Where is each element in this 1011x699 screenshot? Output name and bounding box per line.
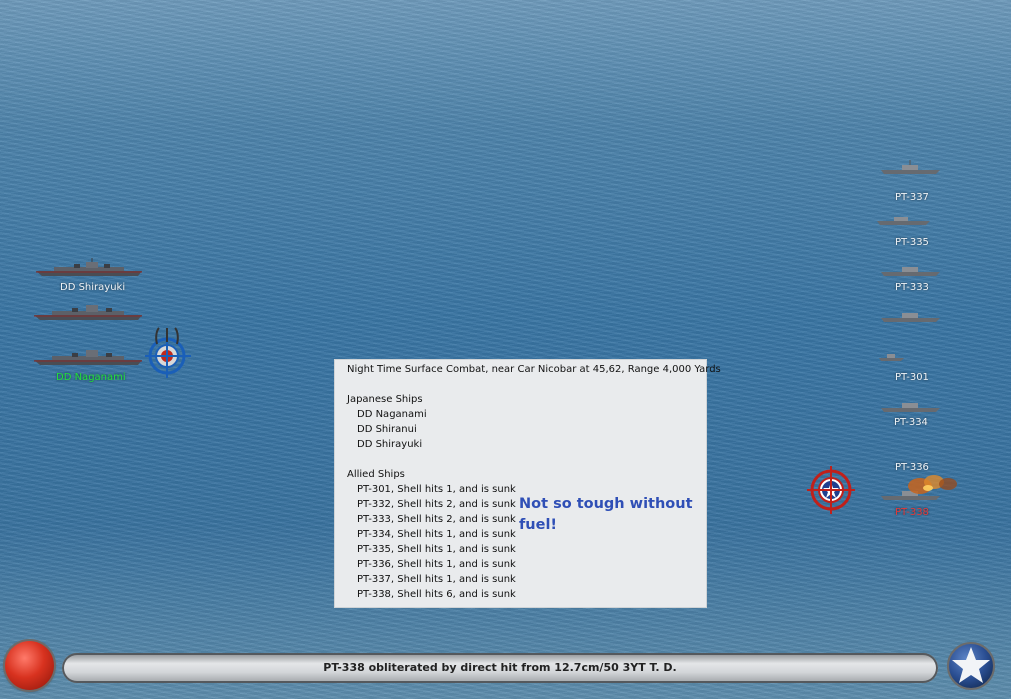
japanese-ship-3[interactable] [32, 347, 146, 367]
allied-star-button[interactable] [946, 641, 996, 691]
japanese-target-reticle-icon [145, 326, 191, 378]
allied-ship-1[interactable] [880, 160, 942, 176]
allied-ship-entry: PT-335, Shell hits 1, and is sunk [357, 544, 516, 555]
pt-boat-icon [881, 160, 940, 174]
allied-ship-5[interactable] [878, 348, 906, 361]
allied-ship-entry: PT-301, Shell hits 1, and is sunk [357, 484, 516, 495]
allied-ship-entry: PT-332, Shell hits 2, and is sunk [357, 499, 516, 510]
combat-report-panel: Night Time Surface Combat, near Car Nico… [334, 359, 721, 608]
destroyer-icon [36, 258, 142, 276]
allied-ship-2[interactable] [876, 212, 932, 226]
japanese-ship-2[interactable] [32, 302, 146, 322]
allied-ship-label-7: PT-334 [894, 417, 928, 428]
destroyer-icon [34, 305, 142, 320]
allied-ships-title: Allied Ships [347, 469, 405, 480]
allied-ship-7[interactable] [880, 398, 942, 414]
allied-ship-label-9: PT-338 [895, 507, 929, 518]
red-action-button[interactable] [5, 641, 54, 690]
explosion-fire-icon [900, 468, 960, 498]
pt-boat-icon [881, 403, 940, 412]
allied-ship-3[interactable] [880, 262, 942, 278]
japanese-ship-label-3: DD Naganami [56, 372, 126, 383]
report-header: Night Time Surface Combat, near Car Nico… [347, 364, 721, 375]
allied-ship-entry: PT-337, Shell hits 1, and is sunk [357, 574, 516, 585]
allied-ship-entry: PT-333, Shell hits 2, and is sunk [357, 514, 516, 525]
allied-ship-4[interactable] [880, 308, 942, 324]
destroyer-icon [34, 350, 142, 365]
allied-ship-entry: PT-336, Shell hits 1, and is sunk [357, 559, 516, 570]
japanese-ship-label-1: DD Shirayuki [60, 282, 126, 293]
allied-ship-label-1: PT-337 [895, 192, 929, 203]
commentary-note: Not so tough without fuel! [519, 496, 693, 533]
status-message: PT-338 obliterated by direct hit from 12… [323, 661, 677, 674]
pt-boat-icon [881, 267, 940, 276]
pt-boat-icon [881, 313, 940, 322]
pt-boat-icon [879, 354, 904, 361]
japanese-ships-title: Japanese Ships [347, 394, 423, 405]
allied-ship-entry: PT-338, Shell hits 6, and is sunk [357, 589, 516, 600]
allied-ship-label-6: PT-301 [895, 372, 929, 383]
status-bar: PT-338 obliterated by direct hit from 12… [62, 653, 938, 683]
star-icon [947, 642, 995, 690]
allied-star-target-icon [807, 466, 855, 514]
allied-ship-label-3: PT-333 [895, 282, 929, 293]
japanese-ship-entry: DD Shirayuki [357, 439, 423, 450]
pt-boat-icon [877, 217, 930, 225]
japanese-ship-1[interactable] [34, 258, 146, 278]
japanese-ship-entry: DD Shiranui [357, 424, 417, 435]
japanese-ship-entry: DD Naganami [357, 409, 427, 420]
allied-ship-entry: PT-334, Shell hits 1, and is sunk [357, 529, 516, 540]
allied-ship-label-2: PT-335 [895, 237, 929, 248]
